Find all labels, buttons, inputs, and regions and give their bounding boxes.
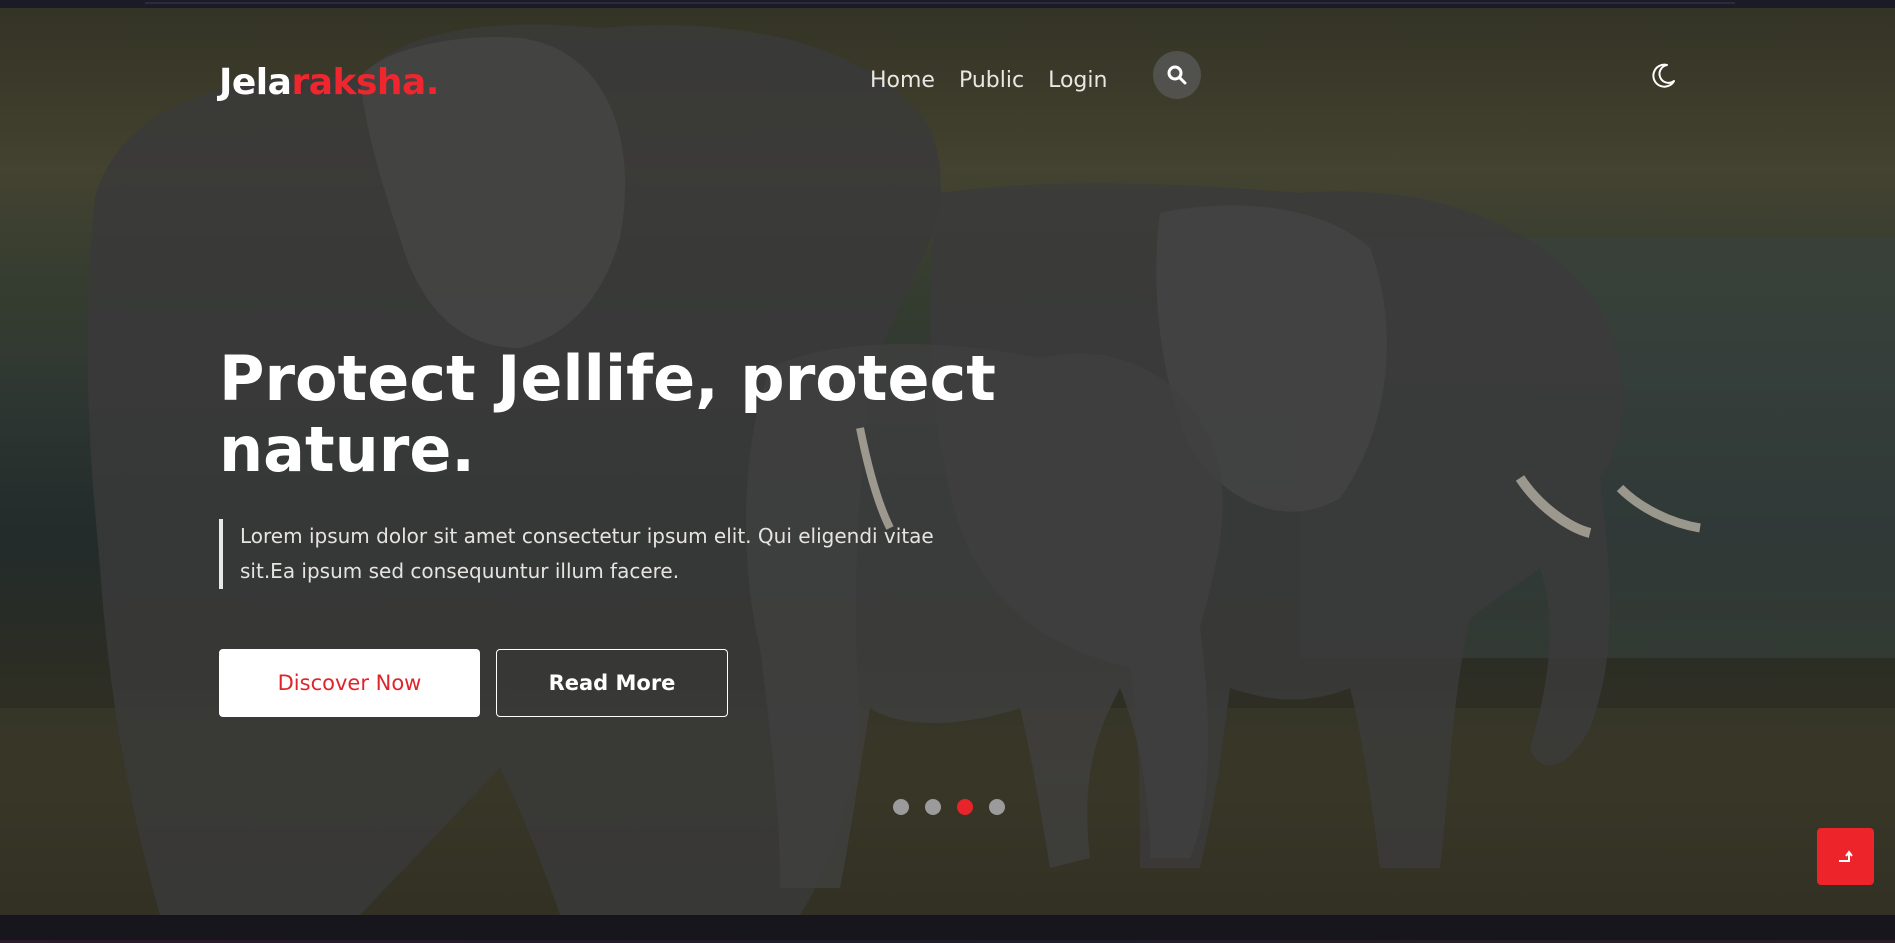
slider-dot-1[interactable]	[893, 799, 909, 815]
search-button[interactable]	[1153, 51, 1201, 99]
moon-icon	[1652, 63, 1675, 88]
headline-line-2: nature.	[219, 413, 475, 486]
slider-dot-3[interactable]	[957, 799, 973, 815]
nav-home[interactable]: Home	[870, 68, 935, 93]
nav-public[interactable]: Public	[959, 68, 1024, 93]
main-nav: Home Public Login	[870, 60, 1107, 100]
search-icon	[1167, 65, 1187, 85]
theme-toggle-button[interactable]	[1648, 61, 1678, 91]
hero-headline: Protect Jellife, protect nature.	[219, 343, 1019, 485]
scroll-to-top-button[interactable]	[1817, 828, 1874, 885]
discover-now-button[interactable]: Discover Now	[219, 649, 480, 717]
lead-line-2: sit.Ea ipsum sed consequuntur illum face…	[240, 559, 680, 583]
hero-lead-text: Lorem ipsum dolor sit amet consectetur i…	[219, 519, 1000, 589]
logo-accent: raksha.	[291, 62, 439, 103]
lead-line-1: Lorem ipsum dolor sit amet consectetur i…	[240, 524, 934, 548]
logo-main: Jela	[219, 62, 292, 103]
slider-dots	[893, 799, 1005, 815]
top-divider	[145, 2, 1735, 4]
slider-dot-2[interactable]	[925, 799, 941, 815]
nav-login[interactable]: Login	[1048, 68, 1107, 93]
bottom-bar	[0, 915, 1895, 943]
site-logo[interactable]: Jelaraksha.	[219, 56, 439, 110]
hero-section: Jelaraksha. Home Public Login Protect Je…	[0, 8, 1895, 915]
read-more-button[interactable]: Read More	[496, 649, 728, 717]
arrow-up-icon	[1838, 849, 1853, 862]
headline-line-1: Protect Jellife, protect	[219, 342, 996, 415]
top-strip	[0, 0, 1895, 8]
slider-dot-4[interactable]	[989, 799, 1005, 815]
